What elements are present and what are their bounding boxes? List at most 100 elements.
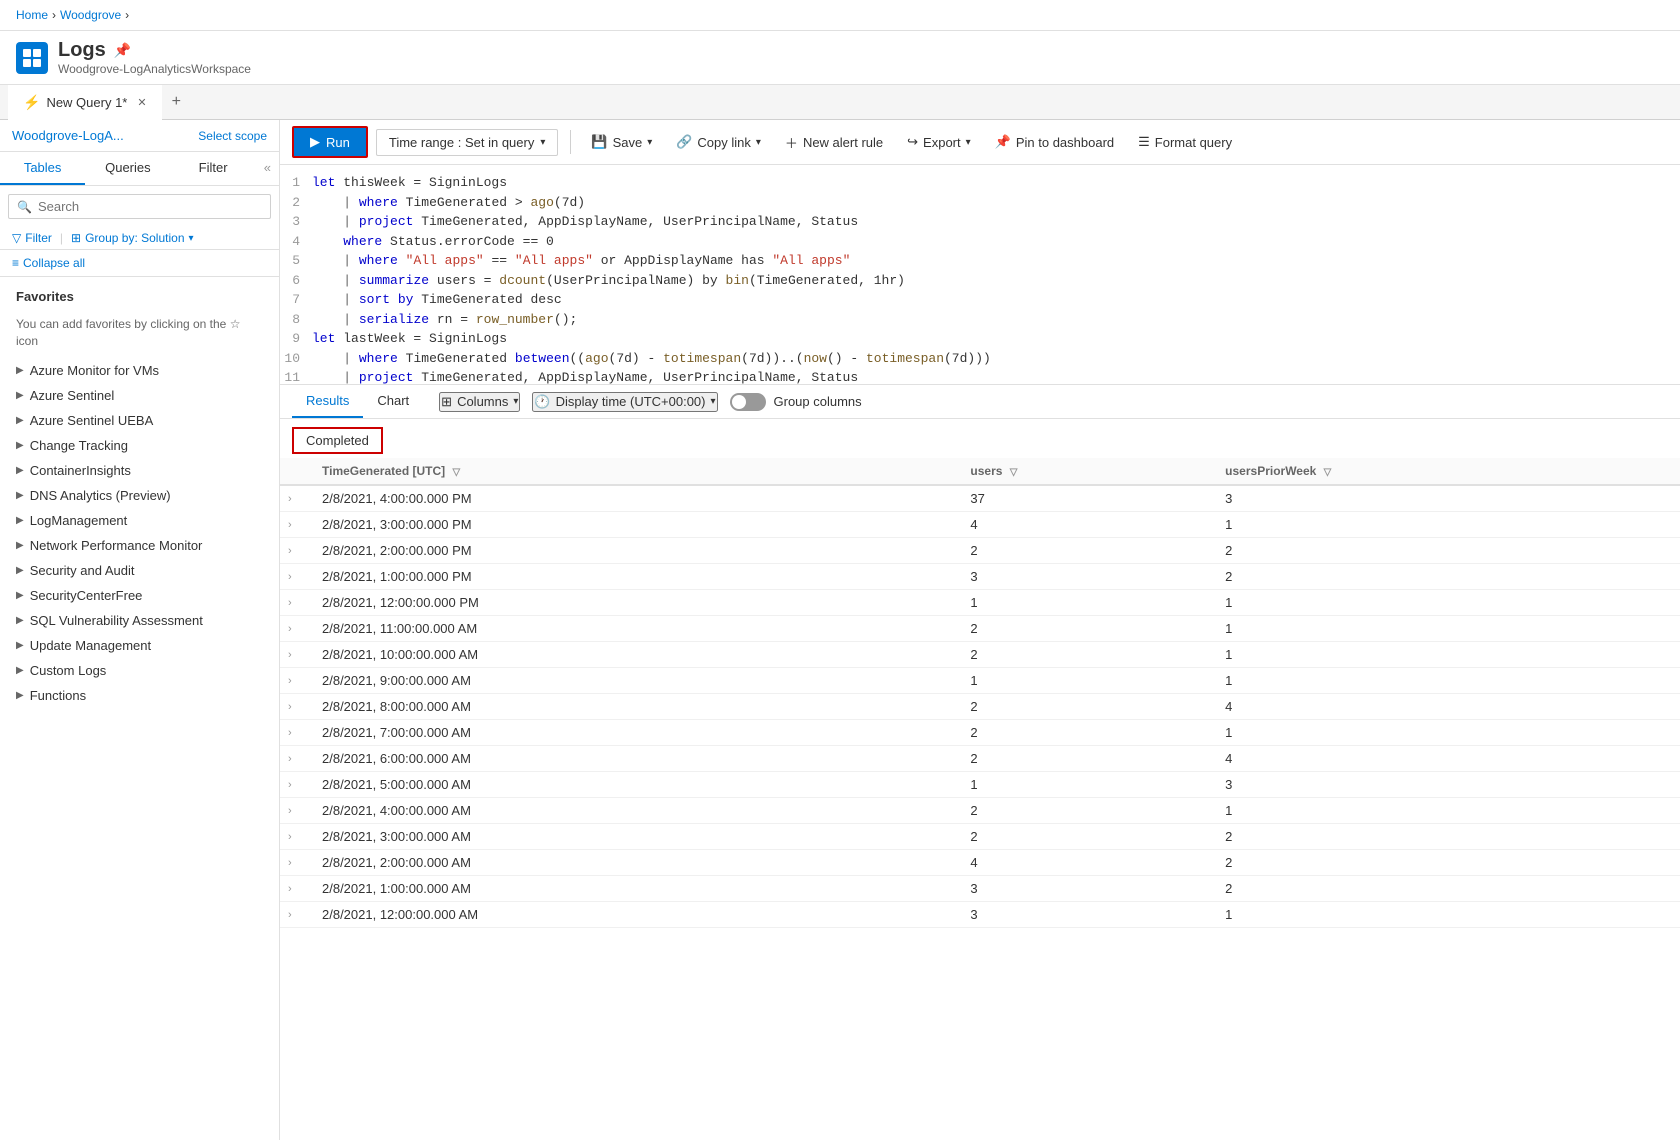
code-line: 4 where Status.errorCode == 0 <box>280 232 1680 252</box>
filter-icon[interactable]: ▽ <box>1324 467 1332 478</box>
table-cell: 1 <box>958 772 1213 798</box>
chevron-down-icon: ▾ <box>189 233 194 244</box>
group-by-button[interactable]: ⊞ Group by: Solution ▾ <box>71 231 194 245</box>
row-expand-icon[interactable]: › <box>280 668 310 694</box>
sidebar-item-change-tracking[interactable]: ▶ Change Tracking <box>0 433 279 458</box>
breadcrumb-home[interactable]: Home <box>16 8 48 22</box>
row-expand-icon[interactable]: › <box>280 720 310 746</box>
time-range-button[interactable]: Time range : Set in query ▾ <box>376 129 559 156</box>
sidebar-tab-tables[interactable]: Tables <box>0 152 85 185</box>
sidebar-item-azure-sentinel-ueba[interactable]: ▶ Azure Sentinel UEBA <box>0 408 279 433</box>
chevron-down-icon: ▾ <box>966 137 971 148</box>
tab-close-icon[interactable]: ✕ <box>137 96 146 109</box>
app-subtitle: Woodgrove-LogAnalyticsWorkspace <box>58 62 251 76</box>
code-editor[interactable]: 1let thisWeek = SigninLogs2 | where Time… <box>280 165 1680 385</box>
code-line: 8 | serialize rn = row_number(); <box>280 310 1680 330</box>
row-expand-icon[interactable]: › <box>280 538 310 564</box>
breadcrumb-woodgrove[interactable]: Woodgrove <box>60 8 121 22</box>
table-cell: 4 <box>1213 694 1680 720</box>
table-cell: 1 <box>1213 798 1680 824</box>
sidebar-tab-queries[interactable]: Queries <box>85 152 170 185</box>
toggle-thumb <box>732 395 746 409</box>
pin-icon: 📌 <box>995 134 1011 150</box>
row-expand-icon[interactable]: › <box>280 642 310 668</box>
row-expand-icon[interactable]: › <box>280 485 310 512</box>
new-alert-button[interactable]: ＋ New alert rule <box>777 128 891 157</box>
collapse-all-button[interactable]: ≡ Collapse all <box>0 250 279 277</box>
table-cell: 2/8/2021, 4:00:00.000 AM <box>310 798 958 824</box>
table-cell: 2/8/2021, 6:00:00.000 AM <box>310 746 958 772</box>
row-expand-icon[interactable]: › <box>280 824 310 850</box>
pin-dashboard-button[interactable]: 📌 Pin to dashboard <box>987 129 1122 155</box>
sidebar-content: Favorites You can add favorites by click… <box>0 277 279 1140</box>
sidebar-item-update-management[interactable]: ▶ Update Management <box>0 633 279 658</box>
copy-link-button[interactable]: 🔗 Copy link ▾ <box>668 129 769 155</box>
display-time-button[interactable]: 🕐 Display time (UTC+00:00) ▾ <box>532 392 717 412</box>
new-tab-button[interactable]: + <box>162 85 191 119</box>
tab-new-query[interactable]: ⚡ New Query 1* ✕ <box>8 85 162 120</box>
row-expand-icon[interactable]: › <box>280 512 310 538</box>
export-button[interactable]: ↪ Export ▾ <box>899 129 979 155</box>
status-badge: Completed <box>292 427 383 454</box>
group-columns-toggle[interactable]: Group columns <box>730 393 862 411</box>
table-row: ›2/8/2021, 10:00:00.000 AM21 <box>280 642 1680 668</box>
row-expand-icon[interactable]: › <box>280 746 310 772</box>
row-expand-icon[interactable]: › <box>280 616 310 642</box>
sidebar-item-dns-analytics[interactable]: ▶ DNS Analytics (Preview) <box>0 483 279 508</box>
sidebar-item-azure-monitor-vms[interactable]: ▶ Azure Monitor for VMs <box>0 358 279 383</box>
app-title: Logs 📌 <box>58 39 251 62</box>
row-expand-icon[interactable]: › <box>280 902 310 928</box>
row-expand-icon[interactable]: › <box>280 850 310 876</box>
chevron-right-icon: ▶ <box>16 590 24 601</box>
select-scope-button[interactable]: Select scope <box>198 129 267 143</box>
breadcrumb: Home › Woodgrove › <box>0 0 1680 31</box>
table-cell: 2 <box>1213 538 1680 564</box>
sidebar-tab-filter[interactable]: Filter <box>171 152 256 185</box>
table-cell: 1 <box>958 590 1213 616</box>
search-input[interactable] <box>38 199 262 214</box>
results-tab-chart[interactable]: Chart <box>363 385 423 418</box>
sidebar-item-azure-sentinel[interactable]: ▶ Azure Sentinel <box>0 383 279 408</box>
filter-icon[interactable]: ▽ <box>1010 467 1018 478</box>
sidebar-item-security-center-free[interactable]: ▶ SecurityCenterFree <box>0 583 279 608</box>
sidebar-item-sql-vulnerability[interactable]: ▶ SQL Vulnerability Assessment <box>0 608 279 633</box>
format-query-button[interactable]: ☰ Format query <box>1130 129 1240 155</box>
table-cell: 2 <box>958 824 1213 850</box>
table-cell: 2 <box>958 720 1213 746</box>
search-icon: 🔍 <box>17 200 32 214</box>
table-cell: 3 <box>958 564 1213 590</box>
sidebar-workspace: Woodgrove-LogA... Select scope <box>0 120 279 152</box>
sidebar-item-container-insights[interactable]: ▶ ContainerInsights <box>0 458 279 483</box>
table-header: TimeGenerated [UTC] ▽ <box>310 458 958 485</box>
collapse-sidebar-icon[interactable]: « <box>256 152 279 185</box>
filter-button[interactable]: ▽ Filter <box>12 231 52 245</box>
sidebar-item-log-management[interactable]: ▶ LogManagement <box>0 508 279 533</box>
sidebar-item-network-perf[interactable]: ▶ Network Performance Monitor <box>0 533 279 558</box>
pin-icon[interactable]: 📌 <box>114 42 131 59</box>
sidebar-search-box[interactable]: 🔍 <box>8 194 271 219</box>
sidebar-item-custom-logs[interactable]: ▶ Custom Logs <box>0 658 279 683</box>
toggle-switch[interactable] <box>730 393 766 411</box>
columns-button[interactable]: ⊞ Columns ▾ <box>439 392 520 412</box>
query-panel: ▶ Run Time range : Set in query ▾ 💾 Save… <box>280 120 1680 1140</box>
table-cell: 2/8/2021, 3:00:00.000 AM <box>310 824 958 850</box>
chevron-right-icon: ▶ <box>16 565 24 576</box>
row-expand-icon[interactable]: › <box>280 590 310 616</box>
save-button[interactable]: 💾 Save ▾ <box>583 129 660 155</box>
row-expand-icon[interactable]: › <box>280 564 310 590</box>
workspace-name[interactable]: Woodgrove-LogA... <box>12 128 124 143</box>
table-cell: 2 <box>958 798 1213 824</box>
row-expand-icon[interactable]: › <box>280 876 310 902</box>
sidebar-item-security-audit[interactable]: ▶ Security and Audit <box>0 558 279 583</box>
filter-icon[interactable]: ▽ <box>452 467 460 478</box>
row-expand-icon[interactable]: › <box>280 694 310 720</box>
results-tab-results[interactable]: Results <box>292 385 363 418</box>
run-button[interactable]: ▶ Run <box>292 126 368 158</box>
collapse-icon: ≡ <box>12 256 19 270</box>
code-line: 7 | sort by TimeGenerated desc <box>280 290 1680 310</box>
table-cell: 3 <box>1213 485 1680 512</box>
filter-icon: ▽ <box>12 231 21 245</box>
sidebar-item-functions[interactable]: ▶ Functions <box>0 683 279 708</box>
row-expand-icon[interactable]: › <box>280 772 310 798</box>
row-expand-icon[interactable]: › <box>280 798 310 824</box>
